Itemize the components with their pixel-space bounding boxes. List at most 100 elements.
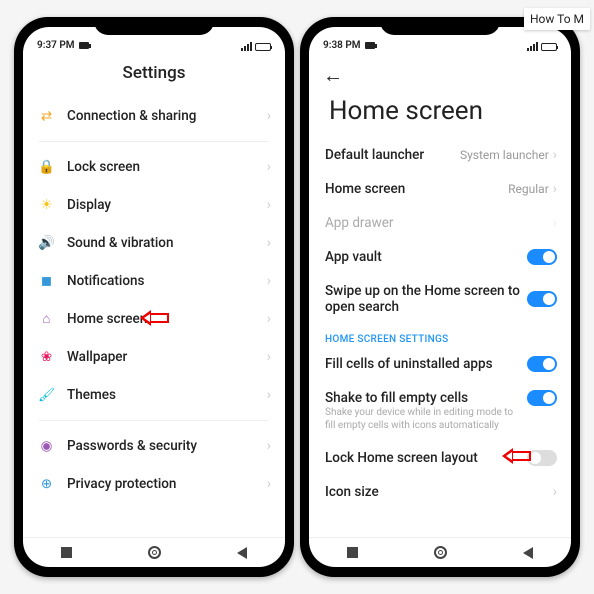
row-label: App drawer (325, 215, 553, 231)
chevron-right-icon: › (267, 438, 271, 454)
setting-fill-cells-of-uninstalled-apps[interactable]: Fill cells of uninstalled apps (309, 347, 571, 381)
privacy-icon: ⊕ (39, 477, 54, 492)
row-label: Display (67, 197, 267, 213)
row-label: Swipe up on the Home screen to open sear… (325, 283, 527, 315)
nav-back-icon[interactable] (237, 547, 247, 559)
nav-back-icon[interactable] (523, 547, 533, 559)
nav-home-icon[interactable] (434, 546, 447, 559)
chevron-right-icon: › (267, 197, 271, 213)
chevron-right-icon: › (267, 273, 271, 289)
settings-list: ⇄Connection & sharing›🔒Lock screen›☀Disp… (23, 97, 285, 537)
toggle[interactable] (527, 390, 557, 406)
row-label: Themes (67, 387, 267, 403)
row-value: System launcher (460, 148, 549, 162)
sun-icon: ☀ (39, 198, 54, 213)
camera-icon (365, 42, 375, 49)
navbar (309, 537, 571, 567)
row-label: Passwords & security (67, 438, 267, 454)
settings-row-themes[interactable]: 🖌 Themes› (23, 376, 285, 414)
chevron-right-icon: › (553, 147, 557, 163)
row-label: Home screen (67, 311, 267, 327)
brush-icon: 🖌 (39, 388, 54, 403)
nav-home-icon[interactable] (148, 546, 161, 559)
setting-icon-size[interactable]: Icon size› (309, 475, 571, 509)
setting-home-screen[interactable]: Home screenRegular › (309, 172, 571, 206)
row-label: App vault (325, 249, 527, 265)
chevron-right-icon: › (267, 159, 271, 175)
toggle[interactable] (527, 249, 557, 265)
chevron-right-icon: › (267, 108, 271, 124)
row-label: Notifications (67, 273, 267, 289)
notch (94, 17, 214, 35)
setting-lock-home-screen-layout[interactable]: Lock Home screen layout (309, 441, 571, 475)
row-label: Default launcher (325, 147, 460, 163)
chevron-right-icon: › (267, 387, 271, 403)
phone-right: 9:38 PM ← Home screen Default launcherSy… (300, 17, 580, 577)
row-label: Lock screen (67, 159, 267, 175)
signal-icon (241, 42, 252, 51)
share-icon: ⇄ (39, 109, 54, 124)
settings-row-sound-vibration[interactable]: 🔊 Sound & vibration› (23, 224, 285, 262)
setting-swipe-up-on-the-home-screen-to-open-search[interactable]: Swipe up on the Home screen to open sear… (309, 274, 571, 324)
row-label: Icon size (325, 484, 553, 500)
row-label: Sound & vibration (67, 235, 267, 251)
floating-hint-label: How To M (524, 8, 590, 30)
sound-icon: 🔊 (39, 236, 54, 251)
settings-row-privacy-protection[interactable]: ⊕ Privacy protection› (23, 465, 285, 503)
nav-recent-icon[interactable] (61, 547, 72, 558)
toggle[interactable] (527, 291, 557, 307)
row-label: Privacy protection (67, 476, 267, 492)
nav-recent-icon[interactable] (347, 547, 358, 558)
row-label: Connection & sharing (67, 108, 267, 124)
page-title: Settings (23, 53, 285, 97)
back-button[interactable]: ← (323, 63, 343, 88)
chevron-right-icon: › (553, 181, 557, 197)
battery-icon (541, 43, 557, 51)
chevron-right-icon: › (553, 484, 557, 500)
row-subtitle: Shake your device while in editing mode … (325, 406, 557, 432)
row-label: Shake to fill empty cells (325, 390, 527, 406)
status-time: 9:38 PM (323, 40, 361, 51)
row-label: Home screen (325, 181, 508, 197)
signal-icon (527, 42, 538, 51)
setting-app-drawer: App drawer› (309, 206, 571, 240)
chevron-right-icon: › (267, 235, 271, 251)
home-screen-list: Default launcherSystem launcher›Home scr… (309, 138, 571, 537)
shield-icon: ◉ (39, 439, 54, 454)
chevron-right-icon: › (267, 476, 271, 492)
settings-row-connection-sharing[interactable]: ⇄ Connection & sharing› (23, 97, 285, 135)
section-label: HOME SCREEN SETTINGS (309, 324, 571, 347)
header: ← (309, 53, 571, 92)
notch (380, 17, 500, 35)
screen-settings: 9:37 PM Settings ⇄Connection & sharing›🔒… (23, 27, 285, 567)
lock-icon: 🔒 (39, 160, 54, 175)
camera-icon (79, 42, 89, 49)
settings-row-passwords-security[interactable]: ◉ Passwords & security› (23, 427, 285, 465)
row-label: Lock Home screen layout (325, 450, 527, 466)
settings-row-display[interactable]: ☀ Display› (23, 186, 285, 224)
bell-icon: ◼ (39, 274, 54, 289)
setting-default-launcher[interactable]: Default launcherSystem launcher › (309, 138, 571, 172)
phone-left: 9:37 PM Settings ⇄Connection & sharing›🔒… (14, 17, 294, 577)
toggle[interactable] (527, 450, 557, 466)
row-value: Regular (508, 182, 549, 196)
status-time: 9:37 PM (37, 40, 75, 51)
setting-app-vault[interactable]: App vault (309, 240, 571, 274)
home-icon: ⌂ (39, 312, 54, 327)
settings-row-lock-screen[interactable]: 🔒 Lock screen› (23, 148, 285, 186)
toggle[interactable] (527, 356, 557, 372)
settings-row-notifications[interactable]: ◼ Notifications› (23, 262, 285, 300)
screen-home: 9:38 PM ← Home screen Default launcherSy… (309, 27, 571, 567)
settings-row-wallpaper[interactable]: ❀ Wallpaper› (23, 338, 285, 376)
row-label: Fill cells of uninstalled apps (325, 356, 527, 372)
chevron-right-icon: › (553, 215, 557, 231)
flower-icon: ❀ (39, 350, 54, 365)
battery-icon (255, 43, 271, 51)
page-title: Home screen (309, 92, 571, 138)
setting-shake-to-fill-empty-cells[interactable]: Shake to fill empty cellsShake your devi… (309, 381, 571, 441)
chevron-right-icon: › (267, 349, 271, 365)
row-label: Wallpaper (67, 349, 267, 365)
navbar (23, 537, 285, 567)
chevron-right-icon: › (267, 311, 271, 327)
settings-row-home-screen[interactable]: ⌂ Home screen› (23, 300, 285, 338)
